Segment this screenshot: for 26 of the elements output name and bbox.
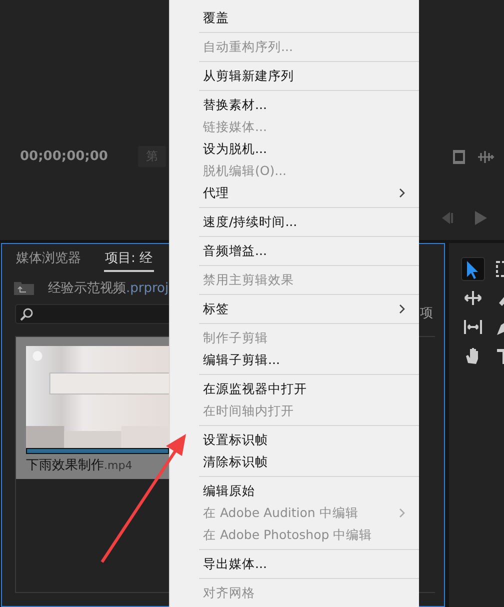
- search-field[interactable]: [15, 304, 171, 324]
- timecode[interactable]: 00;00;00;00: [20, 149, 138, 164]
- menu-item[interactable]: 代理: [170, 182, 419, 204]
- clip-name: 下雨效果制作.mp4: [26, 457, 132, 474]
- menu-item[interactable]: 编辑子剪辑...: [170, 349, 419, 371]
- panel-tab[interactable]: 项目: 经: [104, 248, 154, 272]
- project-name: 经验示范视频.prproj: [48, 280, 169, 297]
- menu-item[interactable]: 速度/持续时间...: [170, 211, 419, 233]
- menu-item[interactable]: 从剪辑新建序列: [170, 65, 419, 87]
- select-tool-icon[interactable]: [461, 257, 485, 281]
- menu-item[interactable]: 覆盖: [170, 7, 419, 29]
- menu-item[interactable]: 在源监视器中打开: [170, 378, 419, 400]
- search-icon: [20, 308, 33, 320]
- menu-item[interactable]: 编辑原始: [170, 480, 419, 502]
- panel-tab[interactable]: 媒体浏览器: [15, 248, 82, 272]
- menu-item[interactable]: 清除标识帧: [170, 451, 419, 473]
- menu-item[interactable]: 音频增益...: [170, 240, 419, 262]
- panel-label: 项: [420, 305, 433, 322]
- waveform-icon[interactable]: [478, 150, 494, 162]
- menu-item[interactable]: 替换素材...: [170, 94, 419, 116]
- folder-up-icon[interactable]: [14, 281, 34, 295]
- filmstrip-icon[interactable]: [452, 148, 466, 164]
- menu-item[interactable]: 设置标识帧: [170, 429, 419, 451]
- menu-item[interactable]: 导出媒体...: [170, 553, 419, 575]
- menu-item[interactable]: 设为脱机...: [170, 138, 419, 160]
- menu-item[interactable]: 标签: [170, 298, 419, 320]
